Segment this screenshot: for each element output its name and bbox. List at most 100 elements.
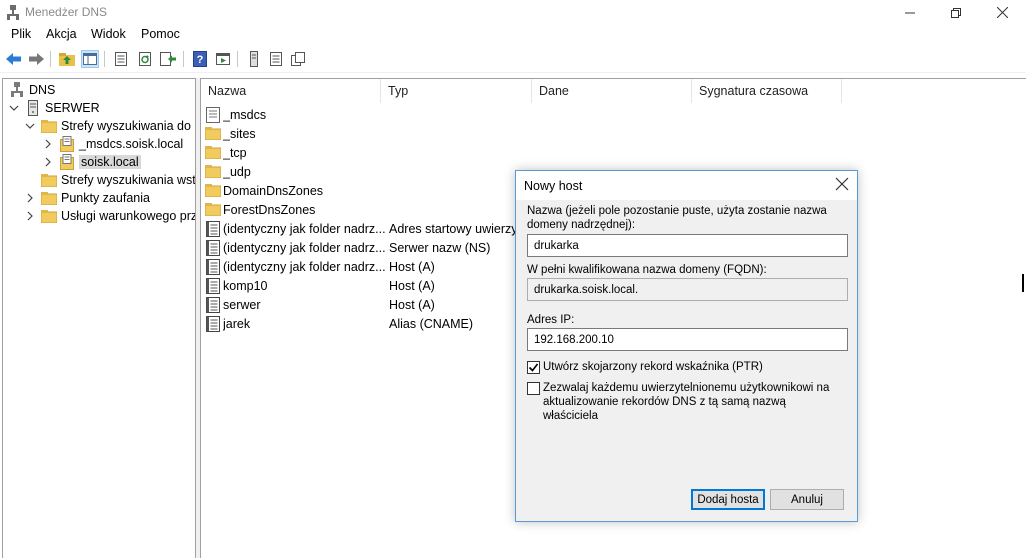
dns-manager-icon <box>6 5 20 21</box>
folder-icon <box>41 172 57 188</box>
name-label: Nazwa (jeżeli pole pozostanie puste, uży… <box>527 205 827 231</box>
menu-bar: Plik Akcja Widok Pomoc <box>0 25 1026 45</box>
table-row[interactable]: jarek Alias (CNAME) <box>205 314 473 333</box>
table-row[interactable]: serwer Host (A) <box>205 295 435 314</box>
cancel-button[interactable]: Anuluj <box>770 489 844 510</box>
record-name: jarek <box>223 316 251 331</box>
dns-record-icon <box>205 315 221 332</box>
restore-button[interactable] <box>933 0 979 25</box>
folder-icon <box>41 118 57 134</box>
menu-widok[interactable]: Widok <box>91 27 126 41</box>
close-icon[interactable] <box>835 177 851 193</box>
add-host-button[interactable]: Dodaj hosta <box>691 489 765 510</box>
close-button[interactable] <box>979 0 1025 25</box>
table-row[interactable]: (identyczny jak folder nadrz... Host (A) <box>205 257 435 276</box>
tree-node-dns[interactable]: DNS <box>9 81 55 99</box>
dns-record-icon <box>205 277 221 294</box>
up-folder-icon[interactable] <box>58 50 76 68</box>
folder-icon <box>41 208 57 224</box>
forward-arrow-icon[interactable] <box>27 50 45 68</box>
ptr-checkbox[interactable] <box>527 361 540 374</box>
menu-plik[interactable]: Plik <box>11 27 31 41</box>
chevron-right-icon[interactable] <box>25 193 35 203</box>
tree-node-zone-soisk[interactable]: soisk.local <box>43 153 141 171</box>
name-field[interactable] <box>527 234 848 257</box>
table-row[interactable]: komp10 Host (A) <box>205 276 435 295</box>
chevron-right-icon[interactable] <box>43 157 53 167</box>
folder-icon <box>41 190 57 206</box>
chevron-right-icon[interactable] <box>25 211 35 221</box>
table-row[interactable]: ForestDnsZones <box>205 200 385 219</box>
menu-pomoc[interactable]: Pomoc <box>141 27 180 41</box>
record-name: ForestDnsZones <box>223 202 316 217</box>
record-name: komp10 <box>223 278 268 293</box>
column-header-name[interactable]: Nazwa <box>201 79 381 103</box>
table-row[interactable]: _udp <box>205 162 385 181</box>
record-type: Adres startowy uwierzyt... <box>389 221 532 236</box>
dialog-title: Nowy host <box>524 179 583 193</box>
folder-icon <box>205 183 221 199</box>
record-name: _tcp <box>223 145 247 160</box>
ip-address-field[interactable] <box>527 328 848 351</box>
svg-text:?: ? <box>197 54 204 66</box>
folder-icon <box>205 145 221 161</box>
zone-icon <box>59 136 75 152</box>
zone-icon <box>59 154 75 170</box>
window-title: Menedżer DNS <box>25 5 108 19</box>
server-icon[interactable] <box>245 50 263 68</box>
column-header-timestamp[interactable]: Sygnatura czasowa <box>692 79 842 103</box>
back-arrow-icon[interactable] <box>5 50 23 68</box>
ptr-label: Utwórz skojarzony rekord wskaźnika (PTR) <box>543 361 763 373</box>
tree-label: Usługi warunkowego prz <box>61 209 196 223</box>
record-name: _msdcs <box>223 107 267 122</box>
record-name: _udp <box>223 164 251 179</box>
allow-update-checkbox[interactable] <box>527 382 540 395</box>
dns-record-icon <box>205 258 221 275</box>
record-name: (identyczny jak folder nadrz... <box>223 221 385 236</box>
tree-node-reverse-zones[interactable]: Strefy wyszukiwania wste <box>41 171 196 189</box>
toolbar: ? <box>0 46 1026 73</box>
run-icon[interactable] <box>214 50 232 68</box>
table-row[interactable]: (identyczny jak folder nadrz... Serwer na… <box>205 238 490 257</box>
chevron-down-icon[interactable] <box>25 121 35 131</box>
fqdn-field <box>527 278 848 301</box>
dns-record-icon <box>205 220 221 237</box>
export-list-icon[interactable] <box>159 50 177 68</box>
copy-icon[interactable] <box>289 50 307 68</box>
menu-akcja[interactable]: Akcja <box>46 27 77 41</box>
record-name: (identyczny jak folder nadrz... <box>223 240 385 255</box>
table-row[interactable]: _sites <box>205 124 385 143</box>
tree-node-trust-points[interactable]: Punkty zaufania <box>25 189 150 207</box>
table-row[interactable]: DomainDnsZones <box>205 181 385 200</box>
table-row[interactable]: _tcp <box>205 143 385 162</box>
tree-node-conditional-forwarders[interactable]: Usługi warunkowego prz <box>25 207 196 225</box>
document-icon[interactable] <box>267 50 285 68</box>
new-host-dialog: Nowy host Nazwa (jeżeli pole pozostanie … <box>515 170 858 522</box>
column-header-type[interactable]: Typ <box>381 79 532 103</box>
toolbar-separator <box>50 51 51 67</box>
column-header-data[interactable]: Dane <box>532 79 692 103</box>
ip-label: Adres IP: <box>527 314 575 326</box>
folder-icon <box>205 126 221 142</box>
tree-node-server[interactable]: SERWER <box>9 99 100 117</box>
dns-manager-icon <box>9 82 25 98</box>
minimize-button[interactable] <box>887 0 933 25</box>
tree-label: _msdcs.soisk.local <box>79 137 184 151</box>
fqdn-label: W pełni kwalifikowana nazwa domeny (FQDN… <box>527 264 767 276</box>
refresh-icon[interactable] <box>136 50 154 68</box>
tree-node-zone-msdcs[interactable]: _msdcs.soisk.local <box>43 135 183 153</box>
properties-icon[interactable] <box>112 50 130 68</box>
dialog-header: Nowy host <box>516 171 857 200</box>
chevron-right-icon[interactable] <box>43 139 53 149</box>
table-row[interactable]: _msdcs <box>205 105 385 124</box>
show-hide-tree-icon[interactable] <box>81 50 99 68</box>
help-icon[interactable]: ? <box>191 50 209 68</box>
folder-icon <box>205 202 221 218</box>
record-name: DomainDnsZones <box>223 183 324 198</box>
table-row[interactable]: (identyczny jak folder nadrz... Adres sta… <box>205 219 531 238</box>
chevron-down-icon[interactable] <box>9 103 19 113</box>
tree-node-forward-zones[interactable]: Strefy wyszukiwania do p <box>25 117 195 135</box>
tree-label: Strefy wyszukiwania wste <box>61 173 196 187</box>
text-cursor <box>1022 274 1024 292</box>
toolbar-separator <box>237 51 238 67</box>
